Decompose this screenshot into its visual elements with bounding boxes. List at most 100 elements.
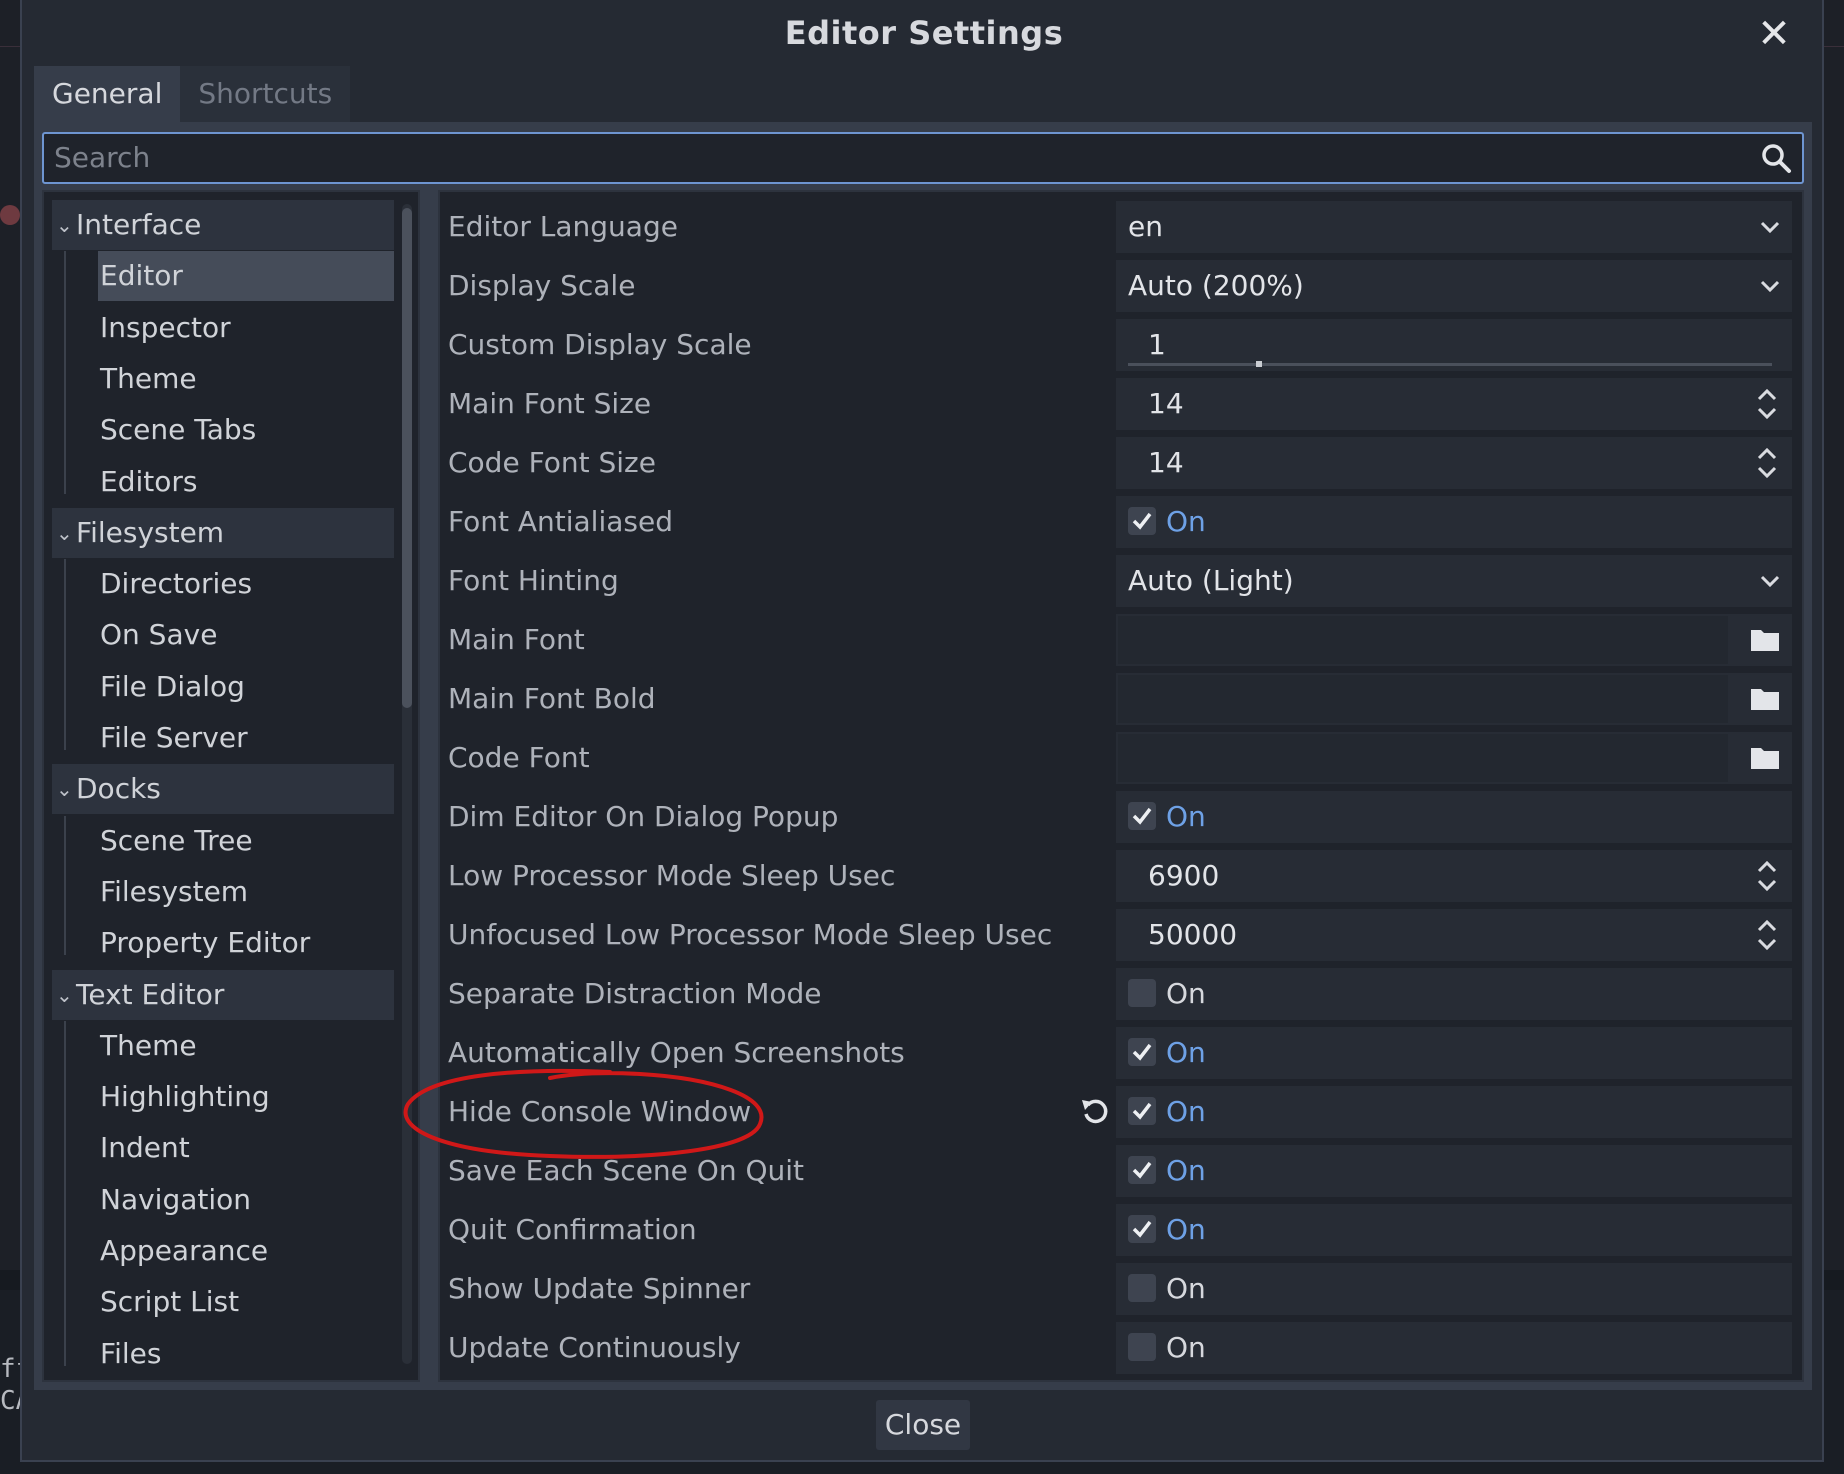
tree-item-filesystem[interactable]: Filesystem [52, 867, 394, 917]
checkbox[interactable] [1128, 802, 1156, 830]
checkbox[interactable] [1128, 507, 1156, 535]
tree-item-label: Directories [100, 567, 253, 601]
setting-label: Unfocused Low Processor Mode Sleep Usec [448, 918, 1053, 951]
path-input[interactable] [1118, 616, 1728, 664]
path-input[interactable] [1118, 734, 1728, 782]
setting-dropdown-editor-language[interactable]: en [1116, 201, 1792, 253]
setting-checkbox-font-antialiased[interactable]: On [1116, 496, 1792, 548]
setting-spinbox-code-font-size[interactable]: 14 [1116, 437, 1792, 489]
close-button[interactable]: Close [876, 1400, 970, 1450]
chevron-down-icon[interactable] [1758, 274, 1782, 298]
tree-item-script-list[interactable]: Script List [52, 1277, 394, 1327]
setting-row-main-font-bold: Main Font Bold [440, 670, 1802, 728]
spinner-arrows-icon[interactable] [1756, 860, 1778, 892]
close-icon[interactable]: ✕ [1754, 14, 1794, 54]
setting-label: Main Font [448, 623, 585, 656]
setting-checkbox-dim-editor-on-dialog-popup[interactable]: On [1116, 791, 1792, 843]
chevron-down-icon[interactable] [1758, 215, 1782, 239]
tree-item-theme[interactable]: Theme [52, 354, 394, 404]
spinner-arrows-icon[interactable] [1756, 919, 1778, 951]
dropdown-value: Auto (Light) [1128, 564, 1294, 597]
tree-item-theme[interactable]: Theme [52, 1021, 394, 1071]
checkbox[interactable] [1128, 979, 1156, 1007]
setting-dropdown-font-hinting[interactable]: Auto (Light) [1116, 555, 1792, 607]
tree-section-docks[interactable]: ⌄ Docks [52, 764, 394, 815]
folder-icon[interactable] [1750, 685, 1780, 711]
tree-item-editors[interactable]: Editors [52, 457, 394, 507]
path-input[interactable] [1118, 675, 1728, 723]
tree-item-directories[interactable]: Directories [52, 559, 394, 609]
setting-checkbox-quit-confirmation[interactable]: On [1116, 1204, 1792, 1256]
tab-shortcuts[interactable]: Shortcuts [180, 66, 351, 122]
chevron-down-icon[interactable] [1758, 569, 1782, 593]
setting-checkbox-show-update-spinner[interactable]: On [1116, 1263, 1792, 1315]
setting-label: Code Font [448, 741, 590, 774]
checkbox[interactable] [1128, 1097, 1156, 1125]
spinner-arrows-icon[interactable] [1756, 388, 1778, 420]
setting-checkbox-separate-distraction-mode[interactable]: On [1116, 968, 1792, 1020]
setting-path-code-font [1116, 732, 1792, 784]
spinner-arrows-icon[interactable] [1756, 447, 1778, 479]
search-icon[interactable] [1760, 142, 1792, 174]
dropdown-value: Auto (200%) [1128, 269, 1304, 302]
setting-spinbox-unfocused-low-processor-mode-sleep-usec[interactable]: 50000 [1116, 909, 1792, 961]
chevron-down-icon[interactable]: ⌄ [56, 508, 74, 558]
tree-item-scene-tree[interactable]: Scene Tree [52, 816, 394, 866]
setting-dropdown-display-scale[interactable]: Auto (200%) [1116, 260, 1792, 312]
tree-item-navigation[interactable]: Navigation [52, 1175, 394, 1225]
setting-label: Hide Console Window [448, 1095, 752, 1128]
section-tree: ⌄ Interface Editor Inspector Theme Scene Tabs… [42, 190, 420, 1382]
tree-item-label: Script List [100, 1285, 240, 1319]
search-input[interactable] [54, 141, 1744, 174]
tree-item-highlighting[interactable]: Highlighting [52, 1072, 394, 1122]
tree-section-text-editor[interactable]: ⌄ Text Editor [52, 969, 394, 1020]
dropdown-value: en [1128, 210, 1163, 243]
tree-item-property-editor[interactable]: Property Editor [52, 918, 394, 968]
tree-item-label: Inspector [100, 310, 231, 344]
setting-spinbox-low-processor-mode-sleep-usec[interactable]: 6900 [1116, 850, 1792, 902]
chevron-down-icon[interactable]: ⌄ [56, 764, 74, 814]
tab-general[interactable]: General [34, 66, 181, 122]
tree-section-interface[interactable]: ⌄ Interface [52, 200, 394, 250]
setting-label: Update Continuously [448, 1331, 741, 1364]
setting-checkbox-update-continuously[interactable]: On [1116, 1322, 1792, 1374]
checkbox[interactable] [1128, 1156, 1156, 1184]
tree-item-files[interactable]: Files [52, 1329, 394, 1379]
tree-item-appearance[interactable]: Appearance [52, 1226, 394, 1276]
setting-row-update-continuously: Update Continuously On [440, 1319, 1802, 1377]
tree-guide-line [64, 1020, 66, 1366]
setting-checkbox-save-each-scene-on-quit[interactable]: On [1116, 1145, 1792, 1197]
slider-grabber[interactable] [1256, 361, 1262, 367]
setting-checkbox-automatically-open-screenshots[interactable]: On [1116, 1027, 1792, 1079]
revert-icon[interactable] [1080, 1096, 1110, 1126]
setting-row-show-update-spinner: Show Update Spinner On [440, 1260, 1802, 1318]
setting-label: Display Scale [448, 269, 636, 302]
folder-icon[interactable] [1750, 626, 1780, 652]
tree-scrollbar-thumb[interactable] [402, 208, 412, 708]
tree-item-scene-tabs[interactable]: Scene Tabs [52, 405, 394, 455]
chevron-down-icon[interactable]: ⌄ [56, 970, 74, 1020]
tree-item-label: Highlighting [100, 1080, 270, 1114]
checkbox[interactable] [1128, 1215, 1156, 1243]
setting-label: Editor Language [448, 210, 678, 243]
checkbox[interactable] [1128, 1038, 1156, 1066]
slider-track[interactable] [1128, 363, 1772, 366]
tree-item-label: Navigation [100, 1182, 252, 1216]
setting-path-main-font-bold [1116, 673, 1792, 725]
checkbox[interactable] [1128, 1274, 1156, 1302]
folder-icon[interactable] [1750, 744, 1780, 770]
tree-item-editor[interactable]: Editor [98, 251, 394, 302]
setting-row-dim-editor-on-dialog-popup: Dim Editor On Dialog Popup On [440, 788, 1802, 846]
chevron-down-icon[interactable]: ⌄ [56, 200, 74, 250]
tree-item-file-dialog[interactable]: File Dialog [52, 662, 394, 712]
setting-row-editor-language: Editor Language en [440, 198, 1802, 256]
setting-spinbox-main-font-size[interactable]: 14 [1116, 378, 1792, 430]
setting-checkbox-hide-console-window[interactable]: On [1116, 1086, 1792, 1138]
tree-item-inspector[interactable]: Inspector [52, 303, 394, 353]
tree-item-indent[interactable]: Indent [52, 1123, 394, 1173]
tree-item-on-save[interactable]: On Save [52, 610, 394, 660]
tree-section-filesystem[interactable]: ⌄ Filesystem [52, 507, 394, 558]
tree-item-file-server[interactable]: File Server [52, 713, 394, 763]
checkbox[interactable] [1128, 1333, 1156, 1361]
setting-slider-custom-display-scale[interactable]: 1 [1116, 319, 1792, 371]
